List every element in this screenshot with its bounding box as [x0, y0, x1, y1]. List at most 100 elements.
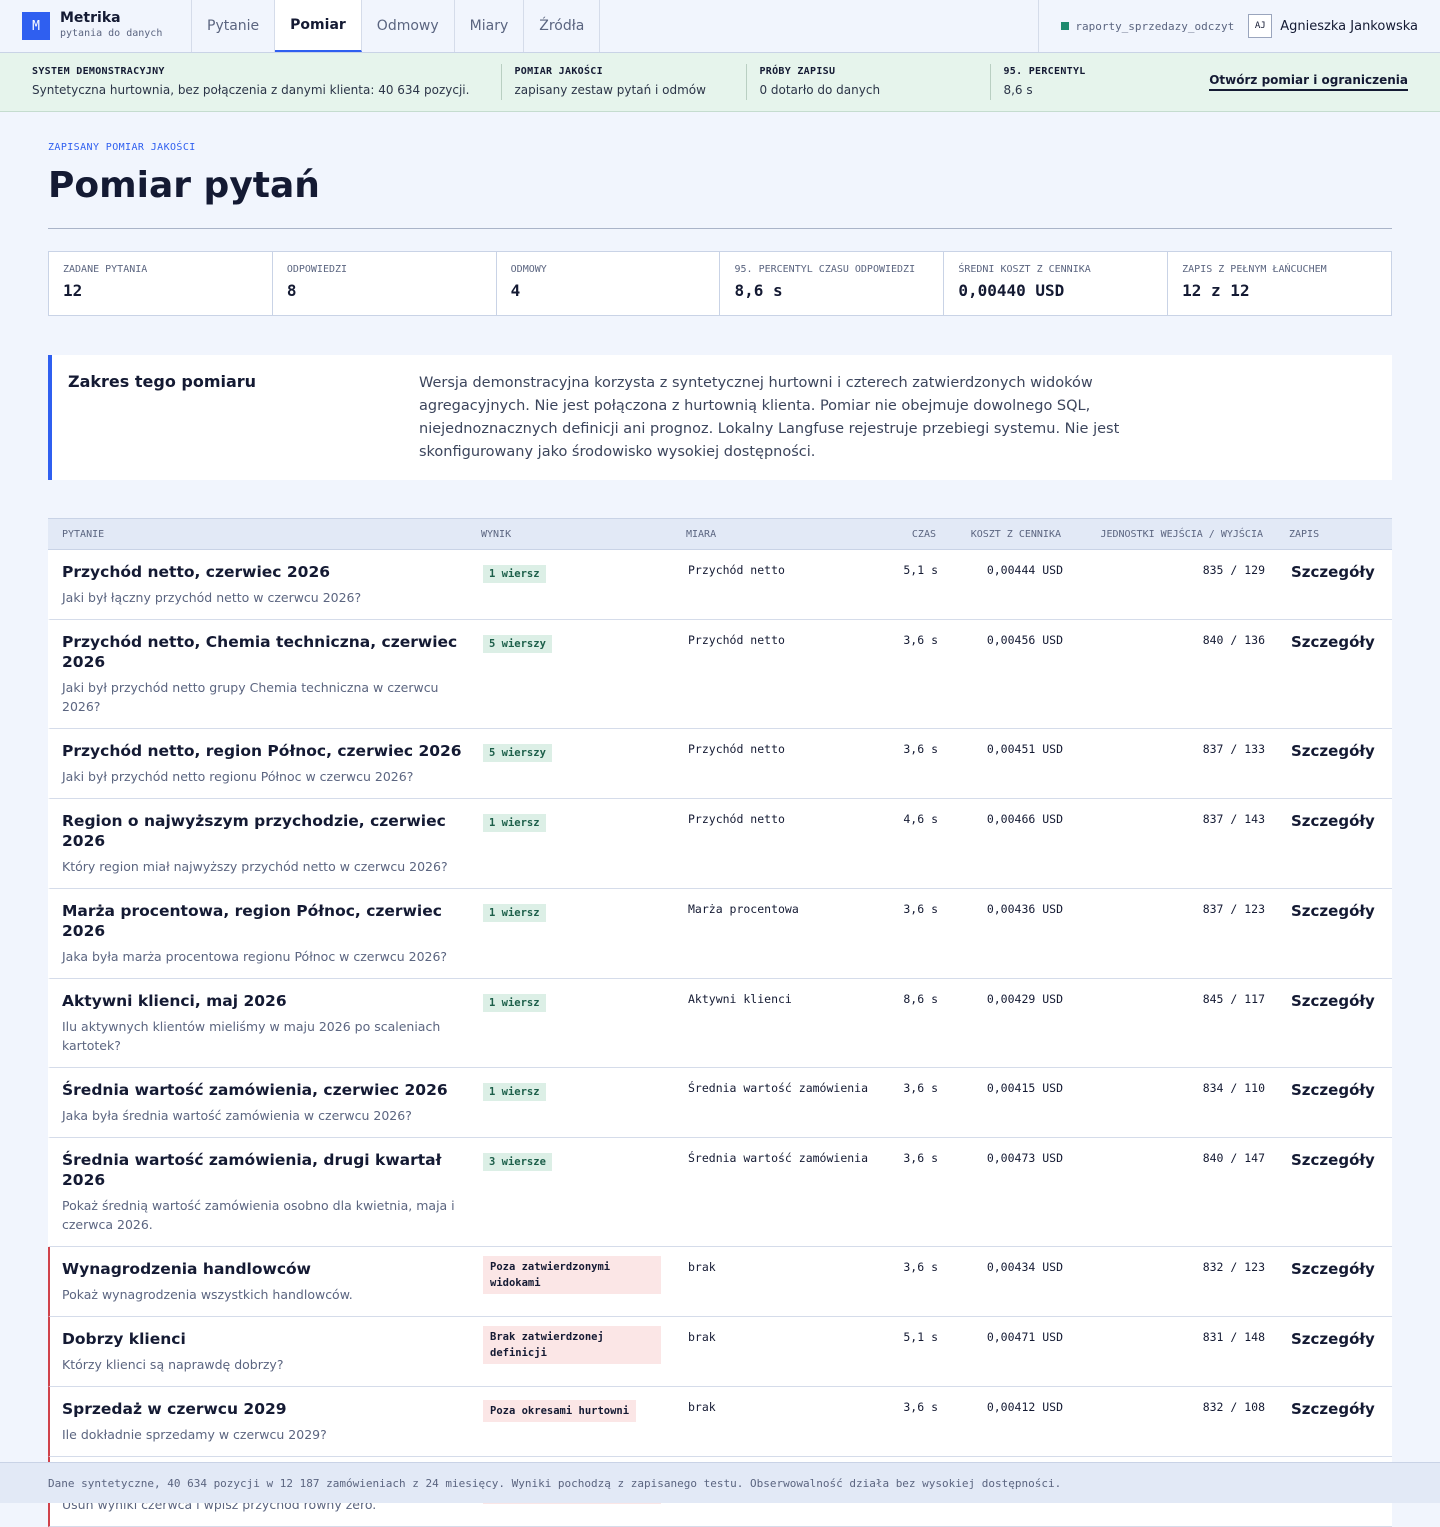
status-writes-label: PRÓBY ZAPISU [759, 66, 836, 77]
details-link[interactable]: Szczegóły [1291, 902, 1375, 920]
result-cell: 1 wiersz [483, 811, 688, 876]
question-text: Którzy klienci są naprawdę dobrzy? [62, 1357, 284, 1372]
cost-cell: 0,00415 USD [986, 1081, 1063, 1095]
question-text: Ile dokładnie sprzedamy w czerwcu 2029? [62, 1427, 327, 1442]
table-row[interactable]: Przychód netto, czerwiec 2026 Jaki był łą… [48, 550, 1392, 620]
result-cell: 1 wiersz [483, 1080, 688, 1125]
question-text: Ilu aktywnych klientów mieliśmy w maju 2… [62, 1019, 441, 1053]
result-badge: 1 wiersz [483, 994, 546, 1012]
table-row[interactable]: Aktywni klienci, maj 2026 Ilu aktywnych k… [48, 979, 1392, 1068]
tab-zrodla[interactable]: Źródła [524, 0, 601, 52]
status-system-label: SYSTEM DEMONSTRACYJNY [32, 66, 165, 77]
metric-cell: Aktywni klienci [688, 992, 792, 1006]
status-measure-value: zapisany zestaw pytań i odmów [514, 83, 706, 97]
record-cell: Szczegóły [1265, 1329, 1382, 1374]
result-cell: 5 wierszy [483, 632, 688, 716]
scope-panel: Zakres tego pomiaru Wersja demonstracyjn… [48, 355, 1392, 480]
result-badge: Brak zatwierdzonej definicji [483, 1326, 661, 1364]
details-link[interactable]: Szczegóły [1291, 1081, 1375, 1099]
kpi-label: ŚREDNI KOSZT Z CENNIKA [958, 264, 1091, 275]
details-link[interactable]: Szczegóły [1291, 1400, 1375, 1418]
question-cell: Przychód netto, czerwiec 2026 Jaki był łą… [50, 562, 483, 607]
question-title: Sprzedaż w czerwcu 2029 [62, 1400, 287, 1418]
table-row[interactable]: Średnia wartość zamówienia, czerwiec 202… [48, 1068, 1392, 1138]
table-row[interactable]: Region o najwyższym przychodzie, czerwie… [48, 799, 1392, 889]
user-name[interactable]: Agnieszka Jankowska [1280, 19, 1418, 34]
topbar-right: raporty_sprzedazy_odczyt AJ Agnieszka Ja… [1038, 0, 1440, 52]
details-link[interactable]: Szczegóły [1291, 1330, 1375, 1348]
metric-cell: brak [688, 1400, 716, 1414]
question-cell: Średnia wartość zamówienia, drugi kwarta… [50, 1150, 483, 1234]
table-row[interactable]: Dobrzy klienci Którzy klienci są naprawdę… [48, 1317, 1392, 1387]
kpi-value: 8 [286, 281, 297, 300]
open-measure-link[interactable]: Otwórz pomiar i ograniczenia [1209, 73, 1408, 91]
details-link[interactable]: Szczegóły [1291, 563, 1375, 581]
question-title: Region o najwyższym przychodzie, czerwie… [62, 812, 446, 850]
table-row[interactable]: Wynagrodzenia handlowców Pokaż wynagrodze… [48, 1247, 1392, 1317]
avatar[interactable]: AJ [1248, 14, 1273, 38]
tab-pomiar[interactable]: Pomiar [275, 0, 362, 52]
details-link[interactable]: Szczegóły [1291, 633, 1375, 651]
result-cell: 1 wiersz [483, 991, 688, 1055]
details-link[interactable]: Szczegóły [1291, 812, 1375, 830]
time-cell: 3,6 s [903, 1400, 938, 1414]
question-title: Aktywni klienci, maj 2026 [62, 992, 287, 1010]
metric-cell: Przychód netto [688, 812, 785, 826]
details-link[interactable]: Szczegóły [1291, 1260, 1375, 1278]
table-row[interactable]: Średnia wartość zamówienia, drugi kwarta… [48, 1138, 1392, 1247]
result-cell: 1 wiersz [483, 562, 688, 607]
details-link[interactable]: Szczegóły [1291, 1151, 1375, 1169]
status-bar: SYSTEM DEMONSTRACYJNY Syntetyczna hurtow… [0, 53, 1440, 112]
metric-cell: Przychód netto [688, 563, 785, 577]
cost-cell: 0,00444 USD [986, 563, 1063, 577]
question-text: Który region miał najwyższy przychód net… [62, 859, 448, 874]
record-cell: Szczegóły [1265, 901, 1382, 966]
units-cell: 845 / 117 [1202, 992, 1265, 1006]
scope-title: Zakres tego pomiaru [68, 372, 257, 391]
result-badge: Poza zatwierdzonymi widokami [483, 1256, 661, 1294]
question-cell: Przychód netto, Chemia techniczna, czerw… [50, 632, 483, 716]
header-record: ZAPIS [1289, 528, 1320, 540]
connection-indicator: raporty_sprzedazy_odczyt [1061, 20, 1234, 33]
table-row[interactable]: Przychód netto, Chemia techniczna, czerw… [48, 620, 1392, 729]
cost-cell: 0,00456 USD [986, 633, 1063, 647]
time-cell: 3,6 s [903, 902, 938, 916]
question-text: Jaki był łączny przychód netto w czerwcu… [62, 590, 362, 605]
result-badge: Poza okresami hurtowni [483, 1400, 637, 1422]
time-cell: 3,6 s [903, 633, 938, 647]
time-cell: 3,6 s [903, 1081, 938, 1095]
question-cell: Dobrzy klienci Którzy klienci są naprawdę… [50, 1329, 483, 1374]
questions-table: PYTANIE WYNIK MIARA CZAS KOSZT Z CENNIKA… [48, 518, 1392, 1527]
kpi-label: ZAPIS Z PEŁNYM ŁAŃCUCHEM [1182, 264, 1327, 275]
cost-cell: 0,00471 USD [986, 1330, 1063, 1344]
question-text: Jaka była marża procentowa regionu Półno… [62, 949, 448, 964]
units-cell: 840 / 147 [1202, 1151, 1265, 1165]
metric-cell: Marża procentowa [688, 902, 799, 916]
result-badge: 1 wiersz [483, 1083, 546, 1101]
kpi-label: ODPOWIEDZI [286, 264, 348, 275]
details-link[interactable]: Szczegóły [1291, 742, 1375, 760]
status-p95: 95. PERCENTYL 8,6 s [990, 64, 1117, 100]
result-cell: 3 wiersze [483, 1150, 688, 1234]
header-time: CZAS [911, 528, 936, 540]
brand[interactable]: M Metrika pytania do danych [0, 0, 192, 52]
tab-miary[interactable]: Miary [455, 0, 525, 52]
question-text: Jaki był przychód netto regionu Północ w… [62, 769, 414, 784]
tab-odmowy[interactable]: Odmowy [362, 0, 455, 52]
time-cell: 5,1 s [903, 1330, 938, 1344]
metric-cell: Średnia wartość zamówienia [688, 1081, 869, 1095]
tab-pytanie[interactable]: Pytanie [192, 0, 276, 52]
question-text: Jaki był przychód netto grupy Chemia tec… [62, 680, 439, 714]
kpi-value: 12 [63, 281, 83, 300]
table-row[interactable]: Przychód netto, region Północ, czerwiec … [48, 729, 1392, 799]
cost-cell: 0,00412 USD [986, 1400, 1063, 1414]
question-title: Średnia wartość zamówienia, drugi kwarta… [62, 1151, 442, 1189]
details-link[interactable]: Szczegóły [1291, 992, 1375, 1010]
result-badge: 1 wiersz [483, 814, 546, 832]
cost-cell: 0,00451 USD [986, 742, 1063, 756]
table-row[interactable]: Marża procentowa, region Północ, czerwie… [48, 889, 1392, 979]
table-row[interactable]: Sprzedaż w czerwcu 2029 Ile dokładnie spr… [48, 1387, 1392, 1457]
table-body: Przychód netto, czerwiec 2026 Jaki był łą… [48, 550, 1392, 1527]
result-cell: Brak zatwierdzonej definicji [483, 1326, 688, 1374]
result-cell: 1 wiersz [483, 901, 688, 966]
